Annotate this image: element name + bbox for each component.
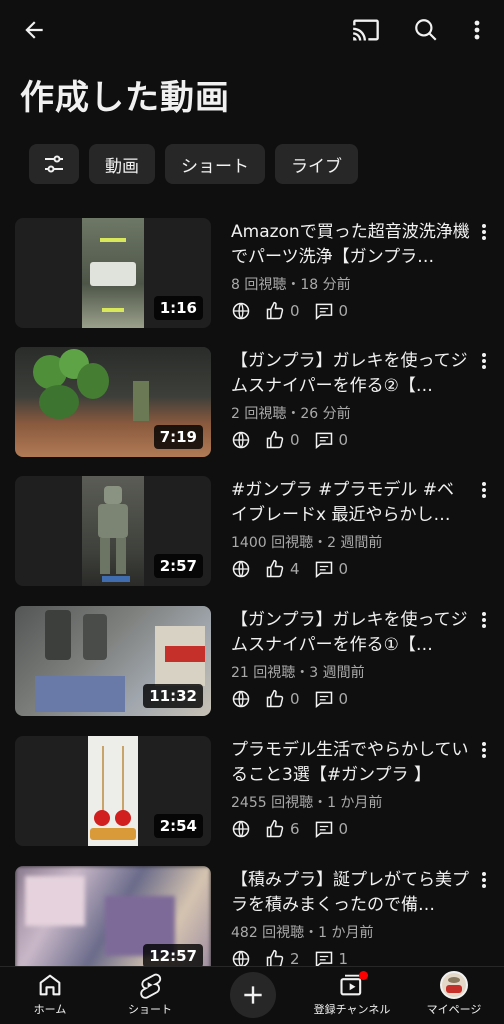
duration-badge: 1:16	[153, 296, 203, 320]
video-thumbnail[interactable]: 12:57	[15, 866, 211, 976]
globe-icon	[231, 559, 251, 579]
video-meta: 21 回視聴・3 週間前	[231, 665, 365, 681]
video-more-icon[interactable]	[478, 868, 490, 892]
comment-icon	[315, 821, 332, 839]
video-thumbnail[interactable]: 2:57	[15, 476, 211, 586]
video-more-icon[interactable]	[478, 220, 490, 244]
nav-mypage[interactable]: マイページ	[404, 971, 504, 1023]
globe-icon	[231, 301, 251, 321]
filter-chips: 動画 ショート ライブ	[29, 144, 358, 184]
nav-home-label: ホーム	[33, 1003, 67, 1016]
globe-icon	[231, 819, 251, 839]
notification-dot	[359, 971, 368, 980]
filter-settings-button[interactable]	[29, 144, 79, 184]
comment-icon	[315, 303, 332, 321]
duration-badge: 7:19	[153, 425, 203, 449]
nav-subscriptions[interactable]: 登録チャンネル	[302, 971, 402, 1023]
like-count: 0	[290, 302, 300, 320]
like-count: 4	[290, 560, 300, 578]
comment-count: 0	[338, 431, 349, 449]
avatar	[440, 971, 468, 999]
nav-mypage-label: マイページ	[426, 1003, 482, 1016]
duration-badge: 2:54	[153, 814, 203, 838]
like-count: 0	[290, 431, 300, 449]
video-item[interactable]: 2:57 #ガンプラ #プラモデル #ベイブレードx 最近やらかし… 1400 …	[0, 476, 504, 588]
video-stats: 0 0	[231, 299, 356, 323]
home-icon	[39, 974, 61, 996]
video-thumbnail[interactable]: 11:32	[15, 606, 211, 716]
comment-icon	[315, 691, 332, 709]
comment-count: 0	[338, 820, 349, 838]
video-title[interactable]: Amazonで買った超音波洗浄機でパーツ洗浄【ガンプラ…	[231, 220, 471, 270]
chip-live[interactable]: ライブ	[275, 144, 358, 184]
thumbnail-image	[88, 736, 138, 846]
globe-icon	[231, 430, 251, 450]
video-more-icon[interactable]	[478, 478, 490, 502]
globe-icon	[231, 689, 251, 709]
plus-icon	[244, 986, 262, 1004]
nav-home[interactable]: ホーム	[0, 971, 100, 1023]
cast-icon[interactable]	[350, 14, 382, 46]
comment-count: 0	[338, 302, 349, 320]
video-meta: 482 回視聴・1 か月前	[231, 925, 374, 941]
nav-subscriptions-label: 登録チャンネル	[313, 1003, 391, 1016]
video-stats: 6 0	[231, 817, 356, 841]
comment-icon	[315, 561, 332, 579]
video-item[interactable]: 7:19 【ガンプラ】ガレキを使ってジムスナイパーを作る②【… 2 回視聴・26…	[0, 347, 504, 459]
like-count: 0	[290, 690, 300, 708]
video-meta: 1400 回視聴・2 週間前	[231, 535, 383, 551]
shorts-icon	[140, 973, 162, 999]
comment-count: 0	[338, 560, 349, 578]
thumb-up-icon	[266, 430, 284, 449]
video-item[interactable]: 11:32 【ガンプラ】ガレキを使ってジムスナイパーを作る①【… 21 回視聴・…	[0, 606, 504, 718]
video-title[interactable]: 【積みプラ】誕プレがてら美プラを積みまくったので備…	[231, 868, 471, 918]
thumb-up-icon	[266, 559, 284, 578]
video-item[interactable]: 12:57 【積みプラ】誕プレがてら美プラを積みまくったので備… 482 回視聴…	[0, 866, 504, 978]
video-title[interactable]: プラモデル生活でやらかしていること3選【#ガンプラ 】	[231, 738, 471, 788]
nav-shorts-label: ショート	[128, 1003, 172, 1016]
video-more-icon[interactable]	[478, 738, 490, 762]
top-app-bar	[0, 0, 504, 60]
video-more-icon[interactable]	[478, 608, 490, 632]
video-title[interactable]: #ガンプラ #プラモデル #ベイブレードx 最近やらかし…	[231, 478, 471, 528]
video-stats: 0 0	[231, 428, 356, 452]
thumb-up-icon	[266, 689, 284, 708]
back-arrow-icon[interactable]	[18, 14, 50, 46]
nav-shorts[interactable]: ショート	[100, 971, 200, 1023]
video-item[interactable]: 1:16 Amazonで買った超音波洗浄機でパーツ洗浄【ガンプラ… 8 回視聴・…	[0, 218, 504, 330]
thumb-up-icon	[266, 301, 284, 320]
chip-shorts[interactable]: ショート	[165, 144, 265, 184]
subscriptions-icon	[338, 971, 368, 999]
duration-badge: 11:32	[143, 684, 203, 708]
like-count: 6	[290, 820, 300, 838]
thumb-up-icon	[266, 819, 284, 838]
video-thumbnail[interactable]: 7:19	[15, 347, 211, 457]
chip-videos[interactable]: 動画	[89, 144, 155, 184]
video-stats: 4 0	[231, 557, 356, 581]
video-meta: 2 回視聴・26 分前	[231, 406, 351, 422]
search-icon[interactable]	[410, 14, 442, 46]
more-vert-icon[interactable]	[461, 14, 493, 46]
video-more-icon[interactable]	[478, 349, 490, 373]
duration-badge: 12:57	[143, 944, 203, 968]
video-stats: 0 0	[231, 687, 356, 711]
video-item[interactable]: 2:54 プラモデル生活でやらかしていること3選【#ガンプラ 】 2455 回視…	[0, 736, 504, 848]
video-title[interactable]: 【ガンプラ】ガレキを使ってジムスナイパーを作る②【…	[231, 349, 471, 399]
comment-icon	[315, 432, 332, 450]
video-meta: 2455 回視聴・1 か月前	[231, 795, 383, 811]
sliders-icon	[45, 155, 63, 173]
comment-count: 0	[338, 690, 349, 708]
video-meta: 8 回視聴・18 分前	[231, 277, 351, 293]
video-thumbnail[interactable]: 2:54	[15, 736, 211, 846]
duration-badge: 2:57	[153, 554, 203, 578]
page-title: 作成した動画	[20, 78, 230, 118]
create-button[interactable]	[230, 972, 276, 1018]
video-thumbnail[interactable]: 1:16	[15, 218, 211, 328]
thumbnail-image	[82, 476, 144, 586]
thumbnail-image	[82, 218, 144, 328]
video-title[interactable]: 【ガンプラ】ガレキを使ってジムスナイパーを作る①【…	[231, 608, 471, 658]
